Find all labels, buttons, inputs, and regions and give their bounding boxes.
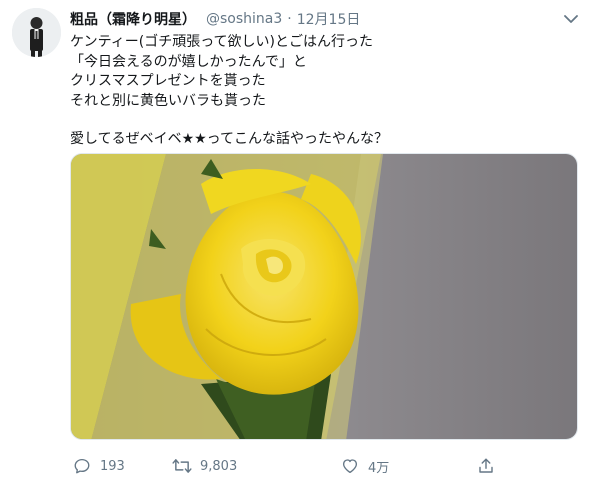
reply-count: 193 (100, 458, 125, 474)
tweet-actions: 193 9,803 4万 (70, 454, 510, 478)
yellow-rose-image (71, 154, 577, 439)
like-count: 4万 (368, 460, 390, 476)
user-handle[interactable]: @soshina3 (206, 11, 282, 27)
tweet-header: 粗品（霜降り明星） @soshina3 · 12月15日 (70, 9, 581, 29)
share-icon (476, 456, 496, 476)
retweet-icon (172, 456, 192, 476)
heart-icon (340, 456, 360, 476)
profile-photo (12, 8, 61, 57)
share-button[interactable] (476, 454, 504, 478)
tweet-line: 「今日会えるのが嬉しかったんで」と (70, 53, 307, 70)
tweet-text: ケンティー(ゴチ頑張って欲しい)とごはん行った 「今日会えるのが嬉しかったんで」… (70, 33, 575, 150)
separator-dot: · (287, 11, 292, 27)
retweet-count: 9,803 (200, 458, 238, 474)
retweet-button[interactable]: 9,803 (172, 454, 237, 478)
tweet-line: それと別に黄色いバラも貰った (70, 92, 266, 109)
tweet-line: クリスマスプレゼントを貰った (70, 73, 266, 89)
like-button[interactable]: 4万 (340, 454, 389, 478)
reply-button[interactable]: 193 (72, 454, 125, 478)
tweet-line: ケンティー(ゴチ頑張って欲しい)とごはん行った (70, 34, 373, 50)
tweet-date[interactable]: 12月15日 (297, 9, 361, 29)
display-name[interactable]: 粗品（霜降り明星） (70, 9, 196, 29)
avatar[interactable] (12, 8, 61, 57)
tweet-photo[interactable] (70, 153, 578, 440)
reply-icon (72, 456, 92, 476)
chevron-down-icon[interactable] (561, 9, 581, 29)
tweet-line: 愛してるぜベイベ★★ってこんな話やったやんな？ (70, 131, 388, 147)
